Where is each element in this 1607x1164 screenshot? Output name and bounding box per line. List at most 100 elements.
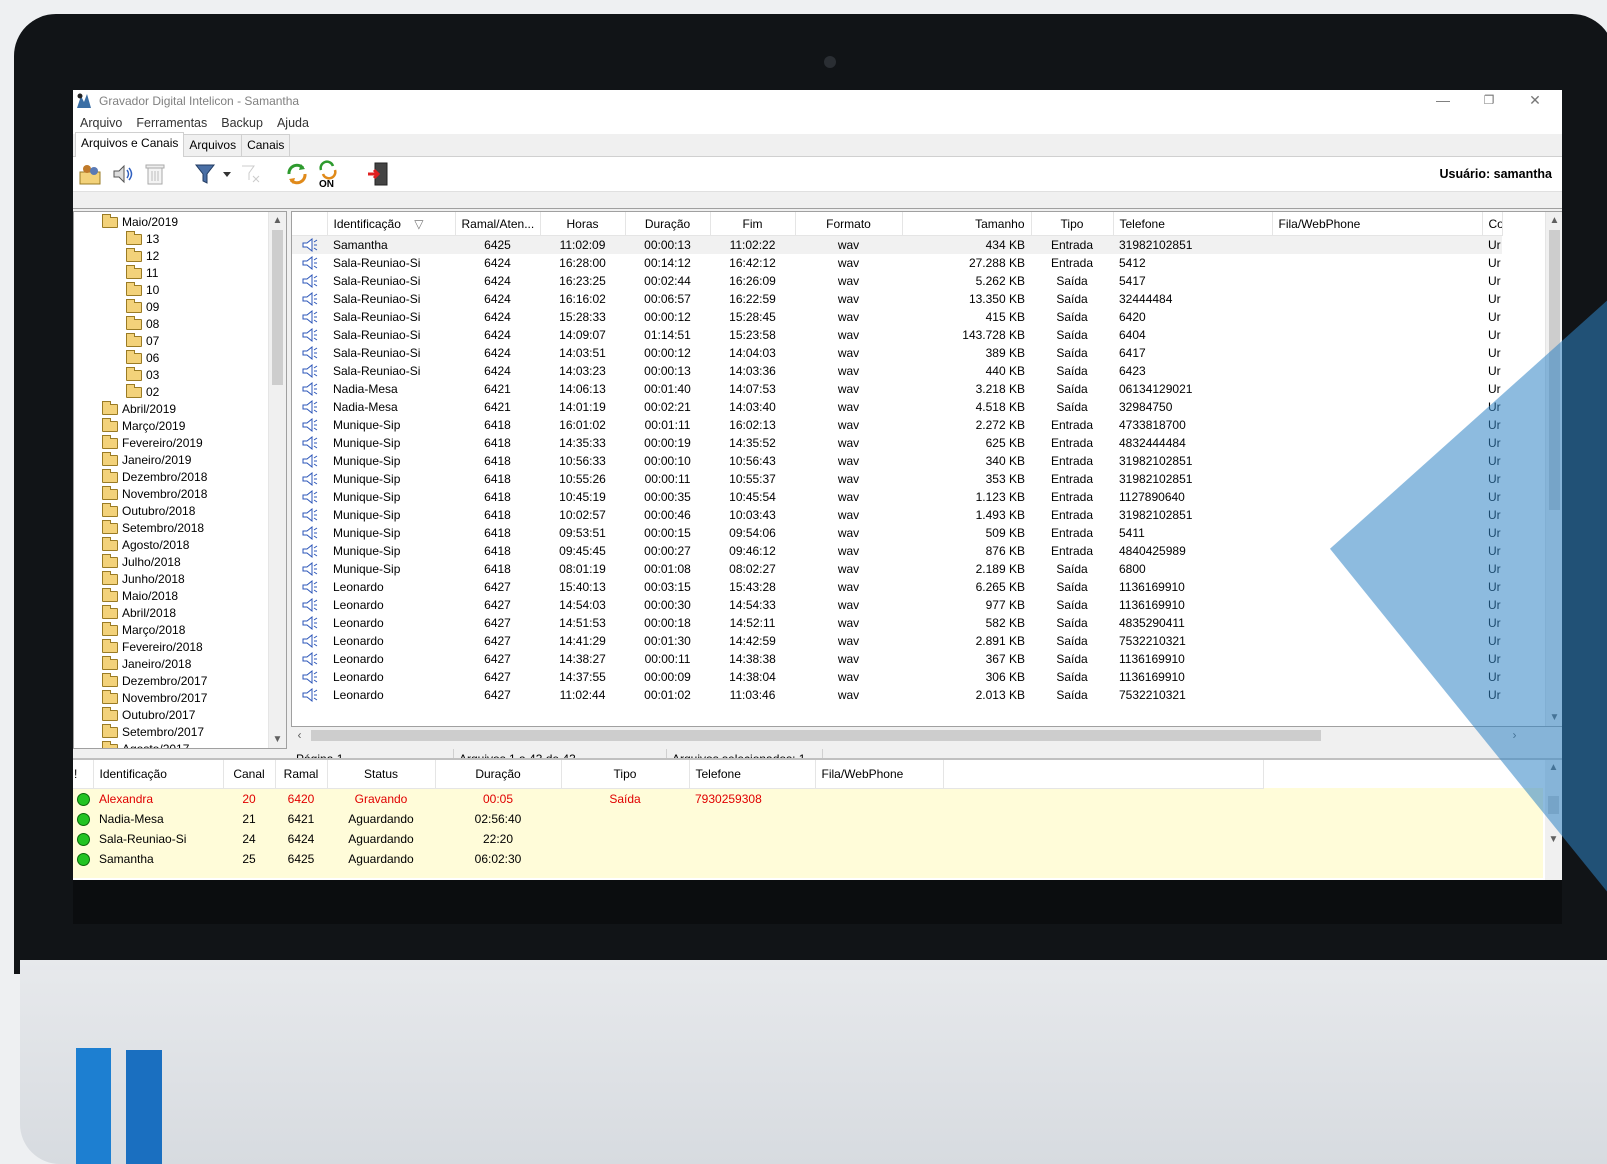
recordings-scroll-thumb[interactable] <box>1549 230 1560 510</box>
tree-item[interactable]: Abril/2018 <box>102 605 176 622</box>
tree-item[interactable]: Setembro/2017 <box>102 724 204 741</box>
tree-item[interactable]: Abril/2019 <box>102 401 176 418</box>
tab-arquivos[interactable]: Arquivos <box>183 134 243 156</box>
channels-scroll-up-icon[interactable]: ▲ <box>1545 762 1562 773</box>
recording-row[interactable]: Sala-Reuniao-Si 6424 14:03:51 00:00:12 14:04… <box>292 344 1502 362</box>
tab-canais[interactable]: Canais <box>241 134 291 156</box>
ch-col-duracao[interactable]: Duração <box>435 760 562 789</box>
open-channels-button[interactable] <box>77 160 105 188</box>
recording-row[interactable]: Munique-Sip 6418 10:45:19 00:00:35 10:45:54 w… <box>292 488 1502 506</box>
play-audio-button[interactable] <box>109 160 137 188</box>
recording-row[interactable]: Munique-Sip 6418 09:53:51 00:00:15 09:54:06 w… <box>292 524 1502 542</box>
filter-dropdown-button[interactable] <box>221 160 233 188</box>
scroll-left-arrow-icon[interactable]: ‹ <box>291 727 308 744</box>
recording-row[interactable]: Sala-Reuniao-Si 6424 16:16:02 00:06:57 16:22… <box>292 290 1502 308</box>
tab-arquivos-e-canais[interactable]: Arquivos e Canais <box>75 132 185 157</box>
menu-ferramentas[interactable]: Ferramentas <box>129 116 214 130</box>
tree-item[interactable]: 12 <box>126 248 159 265</box>
col-co[interactable]: Co <box>1482 212 1503 236</box>
recording-row[interactable]: Munique-Sip 6418 10:02:57 00:00:46 10:03:43 w… <box>292 506 1502 524</box>
tree-item[interactable]: Agosto/2018 <box>102 537 189 554</box>
tree-item[interactable]: 02 <box>126 384 159 401</box>
col-identificacao[interactable]: Identificação ▽ <box>327 212 456 236</box>
ch-col-canal[interactable]: Canal <box>223 760 276 789</box>
tree-item[interactable]: Fevereiro/2019 <box>102 435 203 452</box>
channel-row[interactable]: Nadia-Mesa 21 6421 Aguardando 02:56:40 <box>73 809 1263 829</box>
close-button[interactable]: ✕ <box>1512 90 1558 112</box>
tree-item[interactable]: Maio/2019 <box>102 214 178 231</box>
recording-row[interactable]: Munique-Sip 6418 16:01:02 00:01:11 16:02:13 w… <box>292 416 1502 434</box>
recording-row[interactable]: Munique-Sip 6418 10:56:33 00:00:10 10:56:43 w… <box>292 452 1502 470</box>
tree-scroll-up-icon[interactable]: ▲ <box>269 212 286 229</box>
ch-col-identificacao[interactable]: Identificação <box>93 760 224 789</box>
channels-scroll-down-icon[interactable]: ▼ <box>1545 834 1562 845</box>
col-horas[interactable]: Horas <box>540 212 626 236</box>
minimize-button[interactable]: — <box>1420 90 1466 112</box>
recording-row[interactable]: Sala-Reuniao-Si 6424 14:09:07 01:14:51 15:23… <box>292 326 1502 344</box>
scroll-down-arrow-icon[interactable]: ▼ <box>1546 709 1562 726</box>
tree-item[interactable]: 07 <box>126 333 159 350</box>
clear-filter-button[interactable] <box>237 160 265 188</box>
horizontal-scroll-thumb[interactable] <box>311 730 1321 741</box>
ch-col-fila-webphone[interactable]: Fila/WebPhone <box>815 760 944 789</box>
recording-row[interactable]: Leonardo 6427 14:54:03 00:00:30 14:54:33 wav 9… <box>292 596 1502 614</box>
recording-row[interactable]: Munique-Sip 6418 14:35:33 00:00:19 14:35:52 w… <box>292 434 1502 452</box>
tree-item[interactable]: Janeiro/2018 <box>102 656 191 673</box>
tree-item[interactable]: Novembro/2018 <box>102 486 207 503</box>
tree-item[interactable]: Setembro/2018 <box>102 520 204 537</box>
col-icon[interactable] <box>292 212 328 236</box>
col-telefone[interactable]: Telefone <box>1113 212 1273 236</box>
tree-item[interactable]: Junho/2018 <box>102 571 185 588</box>
exit-button[interactable] <box>365 160 393 188</box>
tree-item[interactable]: Dezembro/2017 <box>102 673 207 690</box>
menu-arquivo[interactable]: Arquivo <box>73 116 129 130</box>
recordings-horizontal-scrollbar[interactable]: ‹ › <box>291 727 1523 744</box>
tree-item[interactable]: Março/2019 <box>102 418 185 435</box>
ch-col-alert[interactable]: ! <box>73 760 94 789</box>
tree-item[interactable]: Julho/2018 <box>102 554 181 571</box>
restore-button[interactable]: ❐ <box>1466 90 1512 112</box>
ch-col-ramal[interactable]: Ramal <box>275 760 328 789</box>
recording-row[interactable]: Sala-Reuniao-Si 6424 14:03:23 00:00:13 14:03… <box>292 362 1502 380</box>
tree-scroll-down-icon[interactable]: ▼ <box>269 731 286 748</box>
col-duracao[interactable]: Duração <box>625 212 711 236</box>
tree-item[interactable]: Dezembro/2018 <box>102 469 207 486</box>
refresh-button[interactable] <box>283 160 311 188</box>
ch-col-status[interactable]: Status <box>327 760 436 789</box>
channel-row[interactable]: Samantha 25 6425 Aguardando 06:02:30 <box>73 849 1263 869</box>
menu-ajuda[interactable]: Ajuda <box>270 116 316 130</box>
tree-item[interactable]: Janeiro/2019 <box>102 452 191 469</box>
recording-row[interactable]: Nadia-Mesa 6421 14:06:13 00:01:40 14:07:53 wa… <box>292 380 1502 398</box>
recording-row[interactable]: Leonardo 6427 15:40:13 00:03:15 15:43:28 wav 6… <box>292 578 1502 596</box>
tree-item[interactable]: 11 <box>126 265 158 282</box>
channels-scroll-thumb[interactable] <box>1548 796 1559 814</box>
recording-row[interactable]: Sala-Reuniao-Si 6424 16:23:25 00:02:44 16:26… <box>292 272 1502 290</box>
col-fila-webphone[interactable]: Fila/WebPhone <box>1272 212 1483 236</box>
tree-item[interactable]: Outubro/2017 <box>102 707 195 724</box>
recording-row[interactable]: Sala-Reuniao-Si 6424 16:28:00 00:14:12 16:42… <box>292 254 1502 272</box>
ch-col-telefone[interactable]: Telefone <box>689 760 816 789</box>
tree-item[interactable]: Março/2018 <box>102 622 185 639</box>
recording-row[interactable]: Munique-Sip 6418 09:45:45 00:00:27 09:46:12 w… <box>292 542 1502 560</box>
recordings-vertical-scrollbar[interactable]: ▲ ▼ <box>1545 212 1562 726</box>
tree-scroll-thumb[interactable] <box>272 230 283 385</box>
filter-button[interactable] <box>193 160 221 188</box>
online-toggle-button[interactable]: ON <box>315 160 343 188</box>
tree-item[interactable]: 10 <box>126 282 159 299</box>
menu-backup[interactable]: Backup <box>214 116 270 130</box>
tree-item[interactable]: Novembro/2017 <box>102 690 207 707</box>
recording-row[interactable]: Munique-Sip 6418 08:01:19 00:01:08 08:02:27 w… <box>292 560 1502 578</box>
recording-row[interactable]: Munique-Sip 6418 10:55:26 00:00:11 10:55:37 w… <box>292 470 1502 488</box>
tree-item[interactable]: Outubro/2018 <box>102 503 195 520</box>
recording-row[interactable]: Nadia-Mesa 6421 14:01:19 00:02:21 14:03:40 wa… <box>292 398 1502 416</box>
col-ramal[interactable]: Ramal/Aten... <box>455 212 541 236</box>
col-formato[interactable]: Formato <box>795 212 903 236</box>
recording-row[interactable]: Leonardo 6427 14:38:27 00:00:11 14:38:38 wav 3… <box>292 650 1502 668</box>
recording-row[interactable]: Leonardo 6427 14:37:55 00:00:09 14:38:04 wav 3… <box>292 668 1502 686</box>
recording-row[interactable]: Leonardo 6427 11:02:44 00:01:02 11:03:46 wav 2… <box>292 686 1502 704</box>
tree-vertical-scrollbar[interactable]: ▲ ▼ <box>268 212 286 748</box>
tree-item[interactable]: 06 <box>126 350 159 367</box>
tree-item[interactable]: Fevereiro/2018 <box>102 639 203 656</box>
scroll-up-arrow-icon[interactable]: ▲ <box>1546 212 1562 229</box>
recording-row[interactable]: Sala-Reuniao-Si 6424 15:28:33 00:00:12 15:28… <box>292 308 1502 326</box>
